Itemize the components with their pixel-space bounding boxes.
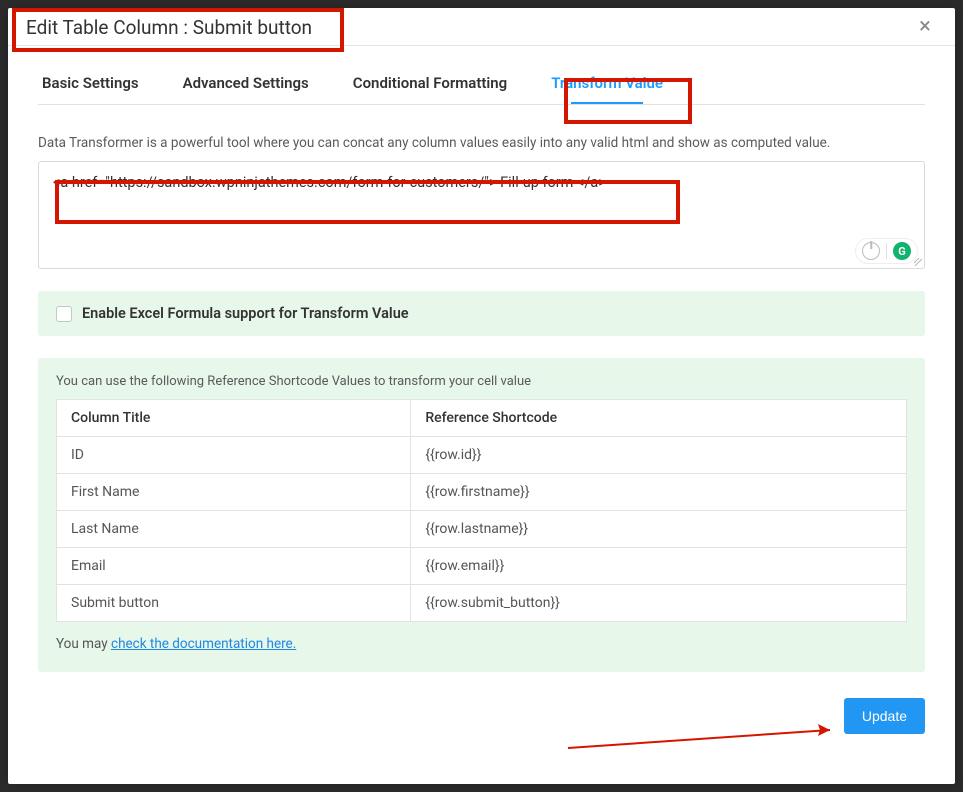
tab-basic-settings[interactable]: Basic Settings xyxy=(38,68,143,104)
table-row: First Name {{row.firstname}} xyxy=(57,474,907,511)
toolbar-separator xyxy=(886,243,887,259)
power-icon[interactable] xyxy=(862,242,880,260)
close-icon: × xyxy=(919,16,931,38)
ref-code: {{row.submit_button}} xyxy=(411,585,907,622)
tabs: Basic Settings Advanced Settings Conditi… xyxy=(38,68,925,105)
excel-support-box: Enable Excel Formula support for Transfo… xyxy=(38,291,925,336)
reference-table: Column Title Reference Shortcode ID {{ro… xyxy=(56,399,907,622)
page-title: Edit Table Column : Submit button xyxy=(26,16,312,39)
ref-code: {{row.email}} xyxy=(411,548,907,585)
ref-title: Email xyxy=(57,548,411,585)
reference-col-shortcode: Reference Shortcode xyxy=(411,400,907,437)
editor-toolbar: G xyxy=(855,238,918,264)
excel-support-checkbox[interactable] xyxy=(56,306,72,322)
ref-code: {{row.firstname}} xyxy=(411,474,907,511)
reference-col-title: Column Title xyxy=(57,400,411,437)
grammarly-icon[interactable]: G xyxy=(893,242,911,260)
excel-support-label: Enable Excel Formula support for Transfo… xyxy=(82,305,409,322)
table-row: Last Name {{row.lastname}} xyxy=(57,511,907,548)
reference-hint: You can use the following Reference Shor… xyxy=(56,374,907,389)
tab-conditional-formatting[interactable]: Conditional Formatting xyxy=(349,68,511,104)
ref-code: {{row.lastname}} xyxy=(411,511,907,548)
ref-title: First Name xyxy=(57,474,411,511)
tab-transform-value[interactable]: Transform Value xyxy=(547,68,667,104)
table-row: Email {{row.email}} xyxy=(57,548,907,585)
transform-editor-content: <a href="https://sandbox.wpninjathemes.c… xyxy=(53,174,606,191)
ref-title: Last Name xyxy=(57,511,411,548)
ref-code: {{row.id}} xyxy=(411,437,907,474)
tab-advanced-settings[interactable]: Advanced Settings xyxy=(179,68,313,104)
table-row: ID {{row.id}} xyxy=(57,437,907,474)
transform-description: Data Transformer is a powerful tool wher… xyxy=(38,135,925,151)
ref-title: ID xyxy=(57,437,411,474)
transform-editor[interactable]: <a href="https://sandbox.wpninjathemes.c… xyxy=(38,161,925,269)
table-row: Submit button {{row.submit_button}} xyxy=(57,585,907,622)
update-button[interactable]: Update xyxy=(844,698,925,734)
documentation-link[interactable]: check the documentation here. xyxy=(111,636,296,652)
reference-box: You can use the following Reference Shor… xyxy=(38,358,925,672)
close-button[interactable]: × xyxy=(913,15,937,39)
ref-title: Submit button xyxy=(57,585,411,622)
resize-handle-icon[interactable] xyxy=(914,258,922,266)
doc-line: You may check the documentation here. xyxy=(56,636,907,652)
